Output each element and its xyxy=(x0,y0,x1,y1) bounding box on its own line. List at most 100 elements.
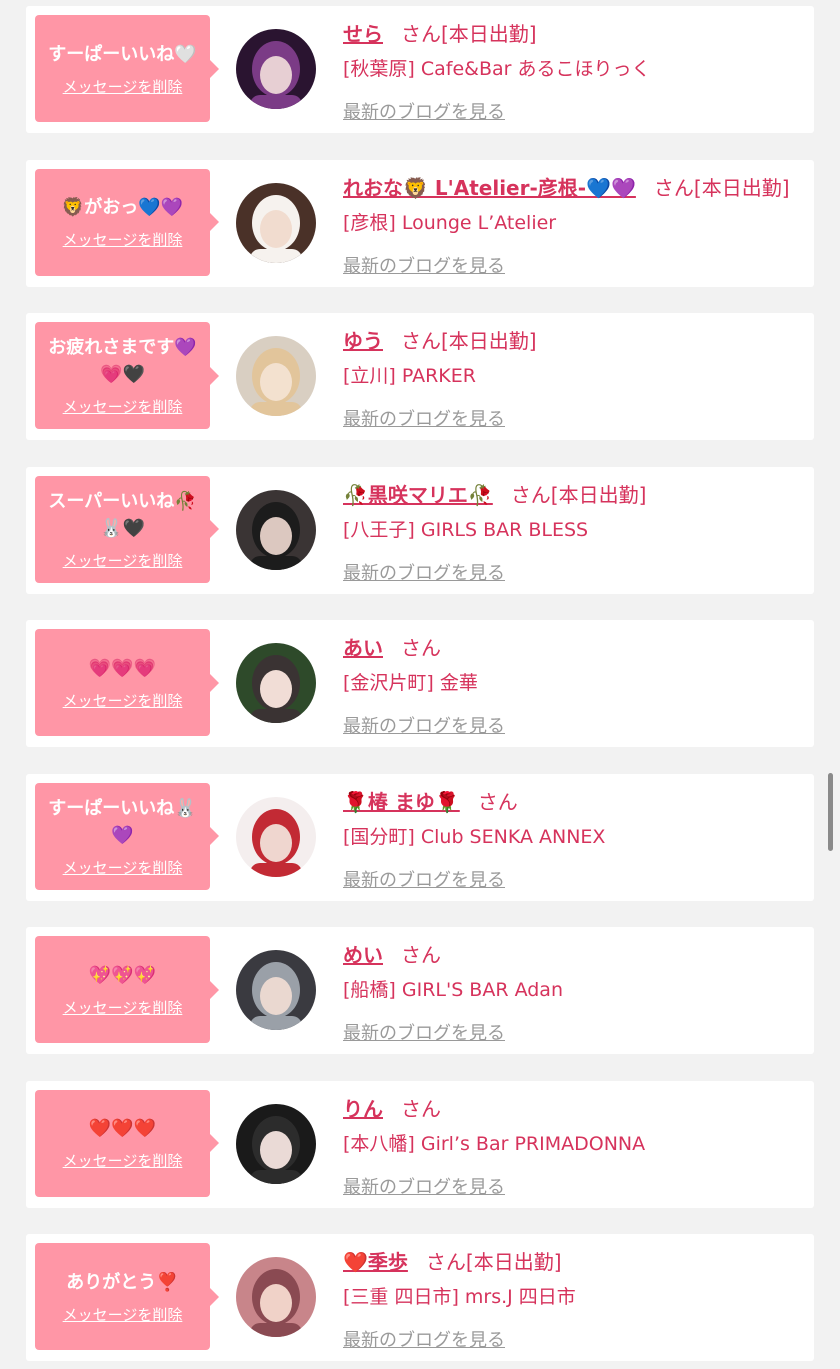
message-text: お疲れさまです💜💗🖤 xyxy=(48,337,197,385)
latest-blog-link[interactable]: 最新のブログを見る xyxy=(343,252,505,278)
message-bubble: すーぱーいいね🤍 メッセージを削除 xyxy=(35,15,219,122)
cast-info: ゆう さん[本日出勤] [立川] PARKER 最新のブログを見る xyxy=(343,325,806,431)
honorific-status: さん[本日出勤] xyxy=(653,175,790,200)
honorific-status: さん xyxy=(401,1096,441,1121)
cast-name-row: ❤️季歩 さん[本日出勤] xyxy=(343,1246,806,1276)
message-bubble: 🦁がおっ💙💜 メッセージを削除 xyxy=(35,168,219,276)
message-card: 💗💗💗 メッセージを削除 あい さん [金沢片町] 金華 最新のブログを見る xyxy=(26,620,814,747)
avatar-photo xyxy=(236,643,316,723)
honorific-status: さん xyxy=(477,789,518,814)
message-card: すーぱーいいね🐰💜 メッセージを削除 🌹椿 まゆ🌹 さん [国分町] Club … xyxy=(26,773,814,901)
avatar[interactable] xyxy=(236,950,316,1030)
message-card: 💖💖💖 メッセージを削除 めい さん [船橋] GIRL'S BAR Adan … xyxy=(26,927,814,1054)
message-bubble: スーパーいいね🥀🐰🖤 メッセージを削除 xyxy=(35,475,219,583)
message-card: すーぱーいいね🤍 メッセージを削除 せら さん[本日出勤] [秋葉原] Cafe… xyxy=(26,6,814,133)
cast-name-row: ゆう さん[本日出勤] xyxy=(343,325,806,355)
avatar-photo xyxy=(236,1257,316,1337)
avatar-photo xyxy=(236,489,316,570)
avatar-photo xyxy=(236,336,316,416)
latest-blog-link[interactable]: 最新のブログを見る xyxy=(343,866,505,892)
latest-blog-link[interactable]: 最新のブログを見る xyxy=(343,559,505,585)
message-text: ありがとう❣️ xyxy=(66,1271,179,1293)
message-bubble: 💖💖💖 メッセージを削除 xyxy=(35,936,219,1043)
honorific-status: さん xyxy=(401,943,441,967)
cast-name-link[interactable]: 🥀黒咲マリエ🥀 xyxy=(343,479,493,508)
honorific-status: さん[本日出勤] xyxy=(425,1250,562,1274)
latest-blog-link[interactable]: 最新のブログを見る xyxy=(343,98,505,124)
cast-info: 🥀黒咲マリエ🥀 さん[本日出勤] [八王子] GIRLS BAR BLESS 最… xyxy=(343,479,806,585)
shop-label: [立川] PARKER xyxy=(343,365,476,387)
cast-name-link[interactable]: せら xyxy=(343,18,383,47)
delete-message-link[interactable]: メッセージを削除 xyxy=(63,690,183,711)
delete-message-link[interactable]: メッセージを削除 xyxy=(63,550,183,571)
avatar[interactable] xyxy=(236,29,316,109)
message-card: 🦁がおっ💙💜 メッセージを削除 れおな🦁 L'Atelier-彦根-💙💜 さん[… xyxy=(26,159,814,287)
delete-message-link[interactable]: メッセージを削除 xyxy=(63,1150,183,1171)
latest-blog-link[interactable]: 最新のブログを見る xyxy=(343,1326,505,1352)
cast-info: れおな🦁 L'Atelier-彦根-💙💜 さん[本日出勤] [彦根] Loung… xyxy=(343,172,806,278)
delete-message-link[interactable]: メッセージを削除 xyxy=(63,1304,183,1325)
cast-info: あい さん [金沢片町] 金華 最新のブログを見る xyxy=(343,632,806,738)
cast-info: せら さん[本日出勤] [秋葉原] Cafe&Bar あるこほりっく 最新のブロ… xyxy=(343,18,806,124)
delete-message-link[interactable]: メッセージを削除 xyxy=(63,396,183,417)
cast-info: めい さん [船橋] GIRL'S BAR Adan 最新のブログを見る xyxy=(343,939,806,1045)
cast-name-row: りん さん xyxy=(343,1093,806,1123)
shop-label: [国分町] Club SENKA ANNEX xyxy=(343,825,606,848)
delete-message-link[interactable]: メッセージを削除 xyxy=(63,997,183,1018)
message-text: ❤️❤️❤️ xyxy=(88,1118,157,1139)
shop-label: [八王子] GIRLS BAR BLESS xyxy=(343,518,589,541)
avatar[interactable] xyxy=(236,336,316,416)
avatar-photo xyxy=(236,29,316,109)
message-text: スーパーいいね🥀🐰🖤 xyxy=(48,490,197,539)
avatar[interactable] xyxy=(236,1103,316,1184)
latest-blog-link[interactable]: 最新のブログを見る xyxy=(343,1173,505,1199)
avatar[interactable] xyxy=(236,643,316,723)
cast-name-link[interactable]: 🌹椿 まゆ🌹 xyxy=(343,786,460,815)
avatar[interactable] xyxy=(236,1257,316,1337)
cast-name-link[interactable]: れおな🦁 L'Atelier-彦根-💙💜 xyxy=(343,172,636,201)
avatar[interactable] xyxy=(236,489,316,570)
shop-label: [三重 四日市] mrs.J 四日市 xyxy=(343,1286,576,1308)
cast-name-link[interactable]: ゆう xyxy=(343,325,383,354)
message-card: スーパーいいね🥀🐰🖤 メッセージを削除 🥀黒咲マリエ🥀 さん[本日出勤] [八王… xyxy=(26,466,814,594)
message-text: すーぱーいいね🤍 xyxy=(48,43,197,65)
message-bubble: すーぱーいいね🐰💜 メッセージを削除 xyxy=(35,782,219,890)
cast-info: 🌹椿 まゆ🌹 さん [国分町] Club SENKA ANNEX 最新のブログを… xyxy=(343,786,806,892)
avatar[interactable] xyxy=(236,796,316,877)
message-card: お疲れさまです💜💗🖤 メッセージを削除 ゆう さん[本日出勤] [立川] PAR… xyxy=(26,313,814,440)
message-bubble: ありがとう❣️ メッセージを削除 xyxy=(35,1243,219,1350)
shop-label: [船橋] GIRL'S BAR Adan xyxy=(343,979,563,1001)
cast-name-link[interactable]: めい xyxy=(343,939,383,968)
avatar-photo xyxy=(236,796,316,877)
cast-name-row: 🌹椿 まゆ🌹 さん xyxy=(343,786,806,816)
cast-name-link[interactable]: りん xyxy=(343,1093,383,1122)
message-text: すーぱーいいね🐰💜 xyxy=(48,797,197,846)
cast-name-row: めい さん xyxy=(343,939,806,969)
honorific-status: さん[本日出勤] xyxy=(401,22,537,46)
message-bubble: ❤️❤️❤️ メッセージを削除 xyxy=(35,1089,219,1197)
cast-name-link[interactable]: あい xyxy=(343,632,383,661)
cast-info: りん さん [本八幡] Girl’s Bar PRIMADONNA 最新のブログ… xyxy=(343,1093,806,1199)
avatar-photo xyxy=(236,1103,316,1184)
shop-label: [彦根] Lounge L’Atelier xyxy=(343,211,557,234)
scrollbar[interactable] xyxy=(828,773,833,851)
cast-name-row: あい さん xyxy=(343,632,806,662)
latest-blog-link[interactable]: 最新のブログを見る xyxy=(343,712,505,738)
avatar-photo xyxy=(236,950,316,1030)
delete-message-link[interactable]: メッセージを削除 xyxy=(63,857,183,878)
message-card: ❤️❤️❤️ メッセージを削除 りん さん [本八幡] Girl’s Bar P… xyxy=(26,1080,814,1208)
message-bubble: 💗💗💗 メッセージを削除 xyxy=(35,629,219,736)
delete-message-link[interactable]: メッセージを削除 xyxy=(63,229,183,250)
shop-label: [金沢片町] 金華 xyxy=(343,672,478,694)
message-card: ありがとう❣️ メッセージを削除 ❤️季歩 さん[本日出勤] [三重 四日市] … xyxy=(26,1234,814,1361)
cast-info: ❤️季歩 さん[本日出勤] [三重 四日市] mrs.J 四日市 最新のブログを… xyxy=(343,1246,806,1352)
delete-message-link[interactable]: メッセージを削除 xyxy=(63,76,183,97)
latest-blog-link[interactable]: 最新のブログを見る xyxy=(343,405,505,431)
avatar[interactable] xyxy=(236,182,316,263)
message-bubble: お疲れさまです💜💗🖤 メッセージを削除 xyxy=(35,322,219,429)
message-text: 💗💗💗 xyxy=(88,657,157,679)
latest-blog-link[interactable]: 最新のブログを見る xyxy=(343,1019,505,1045)
cast-name-link[interactable]: ❤️季歩 xyxy=(343,1246,408,1275)
cast-name-row: せら さん[本日出勤] xyxy=(343,18,806,48)
shop-label: [秋葉原] Cafe&Bar あるこほりっく xyxy=(343,58,651,80)
